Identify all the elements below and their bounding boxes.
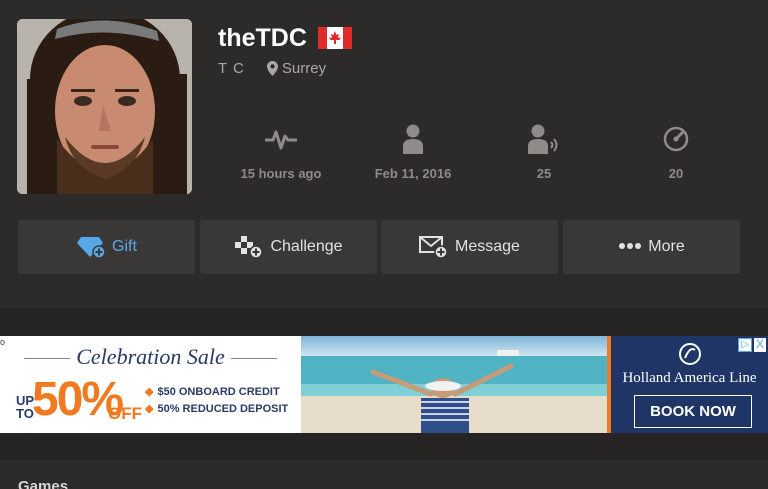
avatar[interactable] [17, 19, 192, 194]
bullet-icon: ◆ [145, 386, 154, 398]
more-button[interactable]: More [563, 220, 740, 274]
brand-logo-icon [679, 343, 701, 365]
profile-header: theTDC T C Surrey 15 hours ago Feb 11, 2… [0, 0, 768, 308]
stat-joined: Feb 11, 2016 [358, 124, 468, 181]
stat-followers: 25 [489, 124, 599, 181]
ad-up-to: UP TO [16, 393, 34, 421]
location: Surrey [281, 60, 327, 77]
activity-pulse-icon [265, 130, 297, 150]
stat-value: 25 [536, 166, 552, 181]
ad-point: $50 ONBOARD CREDIT [157, 386, 280, 398]
ad-point: 50% REDUCED DEPOSIT [157, 403, 289, 415]
games-section [0, 460, 768, 489]
person-speaking-icon [528, 124, 558, 154]
stat-rating: 20 [621, 124, 731, 181]
stat-value: 15 hours ago [240, 166, 322, 181]
ad-off: OFF [108, 404, 142, 423]
advertisement-banner[interactable]: o Celebration Sale UP TO 50% OFF ◆ $50 ON… [0, 336, 768, 433]
canada-flag-icon [318, 27, 352, 49]
ad-promo-panel: o Celebration Sale UP TO 50% OFF ◆ $50 ON… [0, 336, 301, 433]
diamond-plus-icon [77, 237, 106, 259]
stat-last-online: 15 hours ago [226, 124, 336, 181]
book-now-button[interactable]: BOOK NOW [634, 395, 752, 428]
ad-points: ◆ $50 ONBOARD CREDIT ◆ 50% REDUCED DEPOSIT [145, 384, 288, 418]
stat-value: 20 [668, 166, 684, 181]
username: theTDC [218, 24, 307, 52]
gift-button[interactable]: Gift [18, 220, 195, 274]
message-button-label: Message [455, 238, 520, 255]
ad-choices-icon[interactable]: ▷ [738, 338, 752, 352]
games-section-title: Games [18, 478, 69, 489]
ad-brand: Holland America Line [622, 370, 757, 386]
message-button[interactable]: Message [381, 220, 558, 274]
more-button-label: More [648, 238, 685, 255]
real-name: T C [218, 60, 245, 77]
challenge-button[interactable]: Challenge [200, 220, 377, 274]
person-icon [403, 124, 423, 154]
profile-subline: T C Surrey [218, 60, 326, 77]
challenge-button-label: Challenge [270, 238, 343, 255]
ad-close-icon[interactable]: X [754, 338, 766, 352]
stat-value: Feb 11, 2016 [374, 166, 452, 181]
board-plus-icon [235, 236, 264, 259]
gift-button-label: Gift [112, 238, 137, 255]
location-pin-icon [266, 61, 278, 76]
envelope-plus-icon [419, 236, 448, 259]
ellipsis-icon [619, 243, 642, 249]
ad-title: Celebration Sale [0, 344, 301, 370]
speedometer-icon [663, 126, 689, 152]
ad-beach-photo [301, 336, 611, 433]
bullet-icon: ◆ [145, 403, 154, 415]
